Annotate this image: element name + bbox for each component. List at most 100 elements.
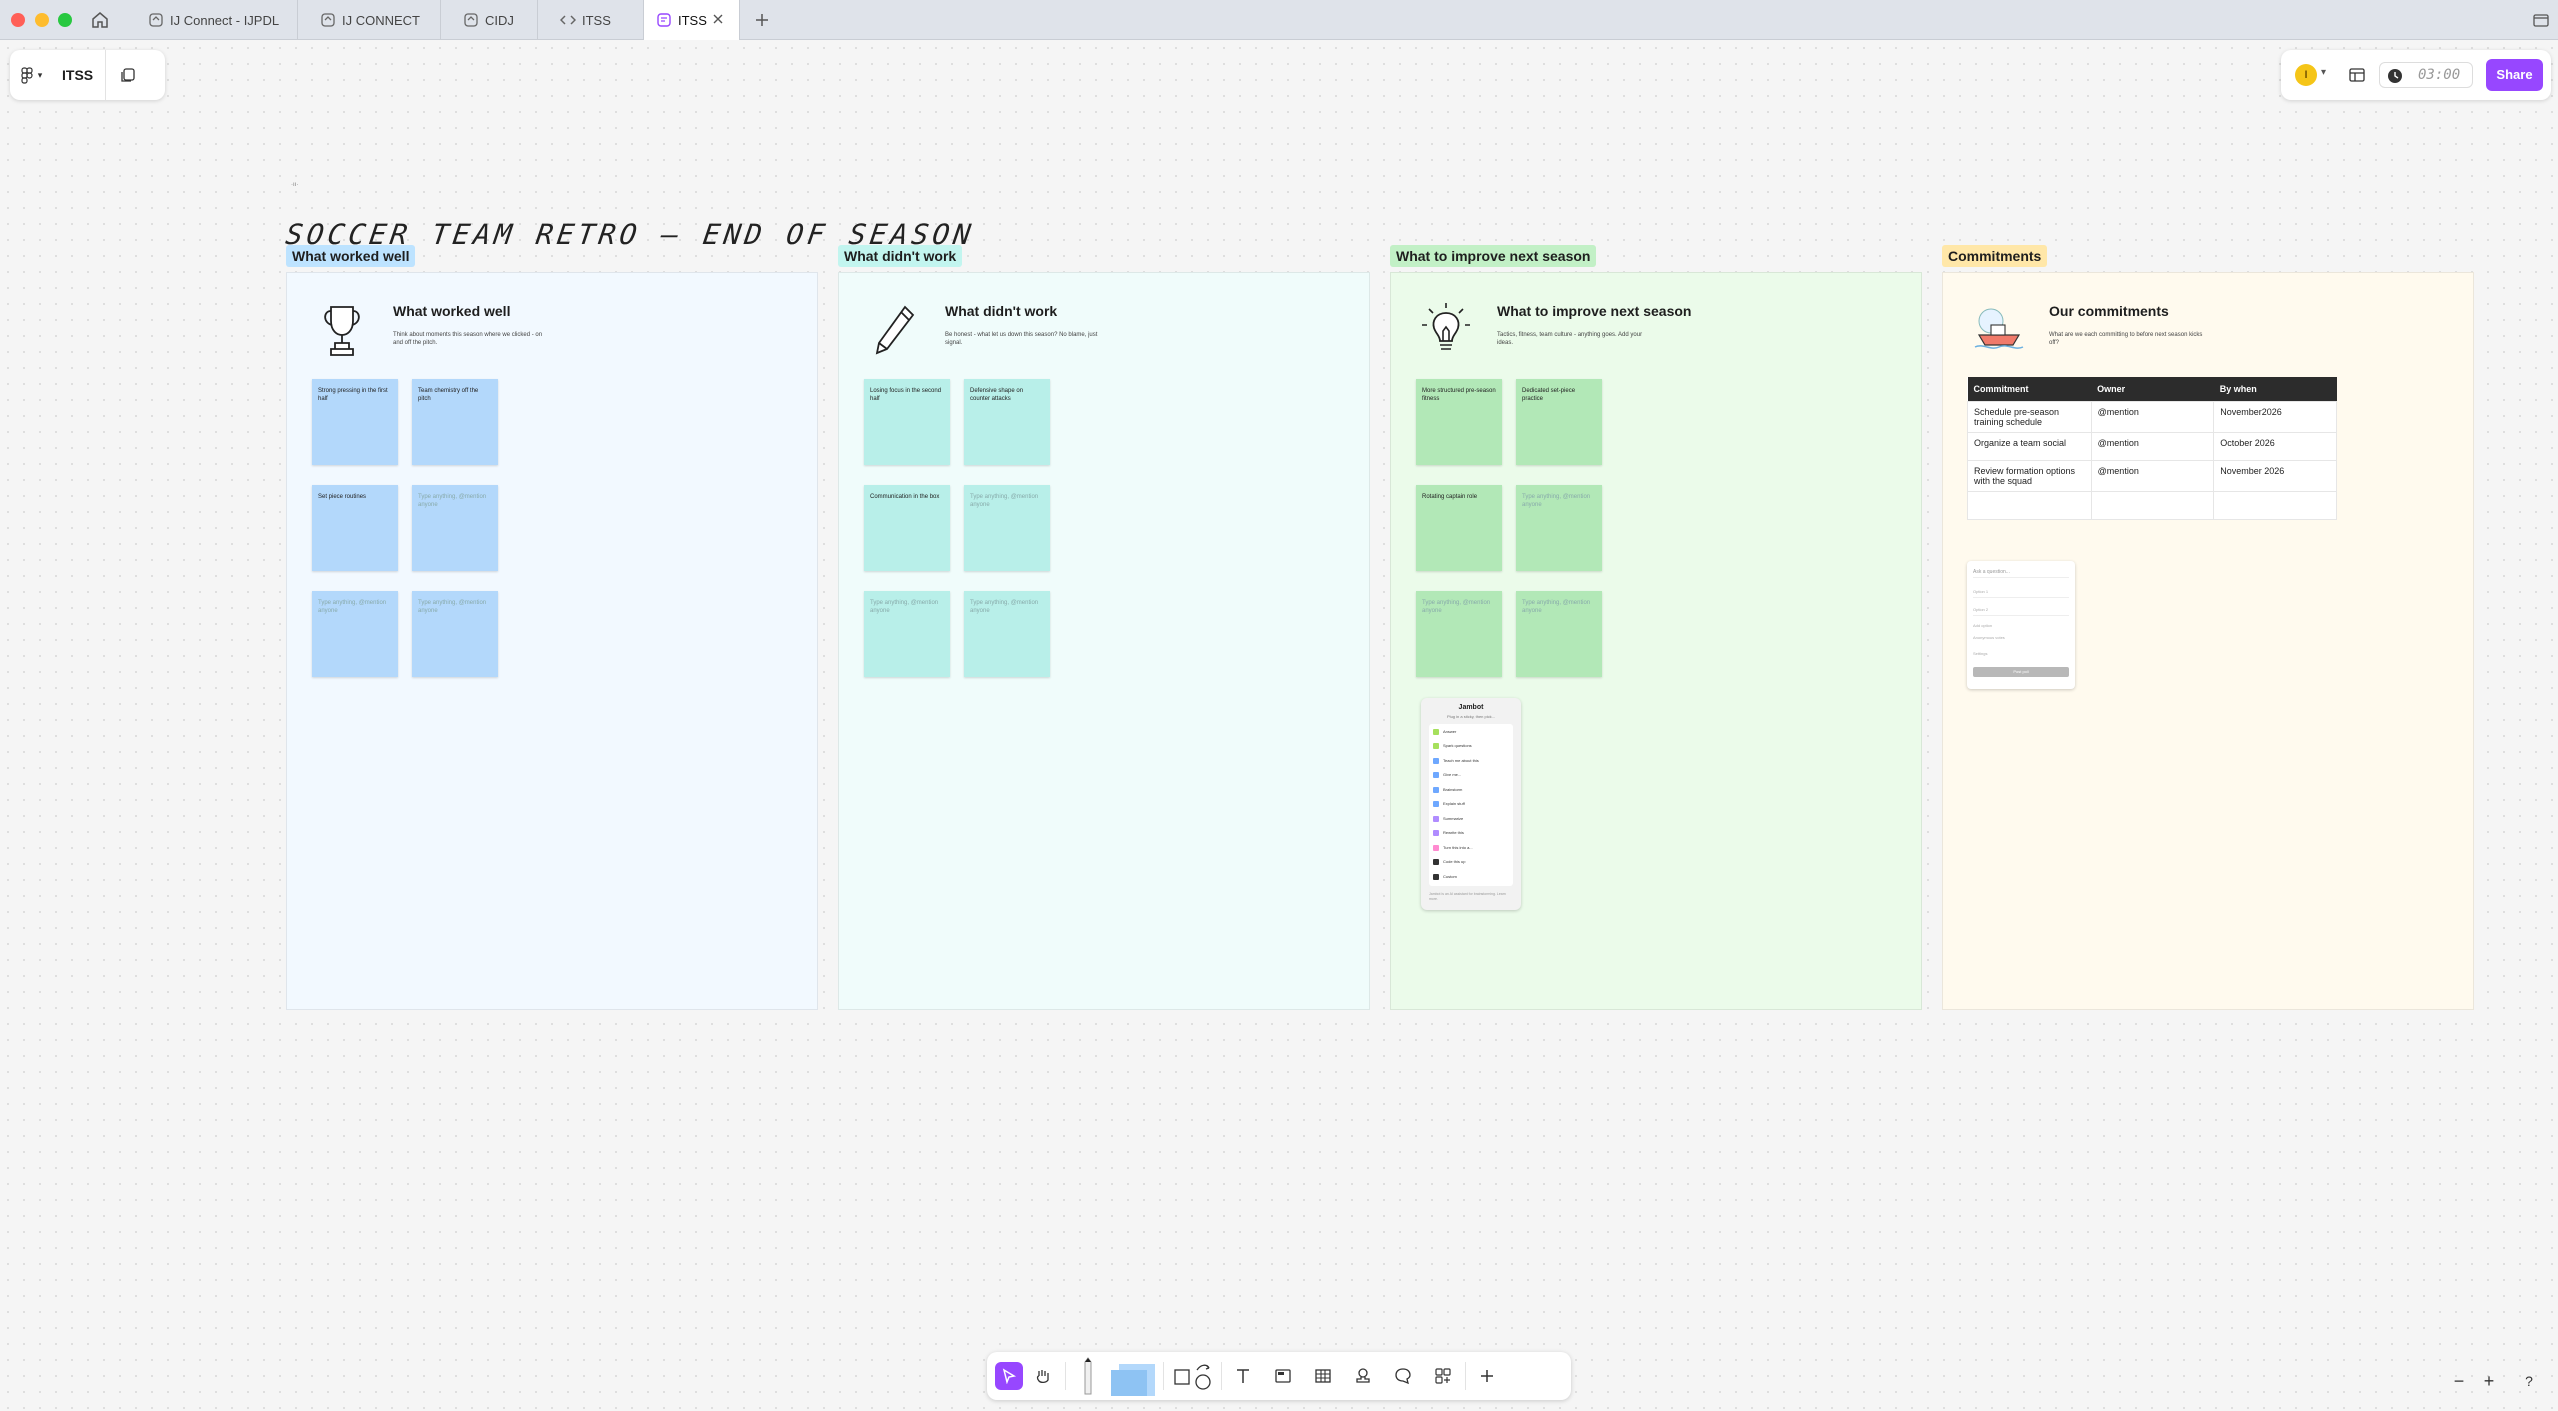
sticky-note[interactable]: More structured pre-season fitness <box>1416 379 1502 465</box>
table-cell[interactable] <box>1967 490 2092 520</box>
jambot-item[interactable]: Answer <box>1433 728 1456 738</box>
tab-cidj[interactable]: CIDJ <box>441 0 538 40</box>
minimize-window-button[interactable] <box>35 13 49 27</box>
sticky-note[interactable]: Dedicated set-piece practice <box>1516 379 1602 465</box>
jambot-item[interactable]: Teach me about this <box>1433 757 1479 767</box>
section-tool-button[interactable] <box>1269 1362 1297 1390</box>
sticky-note-empty[interactable]: Type anything, @mention anyone <box>964 485 1050 571</box>
close-window-button[interactable] <box>11 13 25 27</box>
add-button[interactable] <box>1473 1362 1501 1390</box>
hand-tool-button[interactable] <box>1029 1362 1057 1390</box>
comment-tool-button[interactable] <box>1389 1362 1417 1390</box>
table-cell[interactable]: Schedule pre-season training schedule <box>1967 400 2092 433</box>
marker-tool-button[interactable] <box>1073 1356 1103 1396</box>
layout-icon[interactable] <box>2347 65 2367 85</box>
section-didnt-work[interactable]: What didn't work Be honest - what let us… <box>838 272 1370 1010</box>
jambot-item[interactable]: Code this up <box>1433 858 1465 868</box>
sticky-note-empty[interactable]: Type anything, @mention anyone <box>412 485 498 571</box>
sticky-note[interactable]: Team chemistry off the pitch <box>412 379 498 465</box>
zoom-in-icon[interactable]: + <box>2478 1370 2500 1392</box>
share-button[interactable]: Share <box>2486 59 2543 91</box>
table-cell[interactable]: November2026 <box>2213 400 2337 433</box>
commitments-table[interactable]: Commitment Owner By when Schedule pre-se… <box>1967 377 2337 520</box>
sticky-tool-button[interactable] <box>1107 1356 1157 1396</box>
close-tab-icon[interactable] <box>711 12 725 26</box>
help-icon[interactable]: ? <box>2518 1370 2540 1392</box>
pages-button[interactable] <box>106 50 150 100</box>
table-cell[interactable]: @mention <box>2090 459 2215 492</box>
table-cell[interactable]: @mention <box>2090 400 2215 433</box>
poll-settings[interactable]: Settings <box>1973 651 1987 656</box>
section-label-worked-well[interactable]: What worked well <box>286 245 416 267</box>
home-icon[interactable] <box>90 10 110 30</box>
section-worked-well[interactable]: What worked well Think about moments thi… <box>286 272 818 1010</box>
jambot-item[interactable]: Rewrite this <box>1433 829 1464 839</box>
table-cell[interactable] <box>2090 490 2215 520</box>
divider <box>1973 615 2069 616</box>
sticky-note-empty[interactable]: Type anything, @mention anyone <box>412 591 498 677</box>
sticky-note-empty[interactable]: Type anything, @mention anyone <box>864 591 950 677</box>
tab-itss-active[interactable]: ITSS <box>644 0 740 40</box>
folder-icon[interactable] <box>2532 11 2550 29</box>
table-header-cell[interactable]: Owner <box>2091 377 2214 401</box>
anonymous-checkbox[interactable]: Anonymous votes <box>1973 635 2005 640</box>
sticky-note-empty[interactable]: Type anything, @mention anyone <box>964 591 1050 677</box>
timer-icon <box>2388 69 2402 83</box>
jambot-item[interactable]: Explain stuff <box>1433 800 1465 810</box>
sticky-note-empty[interactable]: Type anything, @mention anyone <box>312 591 398 677</box>
text-tool-button[interactable] <box>1229 1362 1257 1390</box>
section-description: Tactics, fitness, team culture - anythin… <box>1497 332 1643 346</box>
rewrite-icon <box>1433 829 1439 836</box>
user-avatar[interactable]: I <box>2295 64 2317 86</box>
add-option-button[interactable]: Add option <box>1973 623 1992 628</box>
table-header-cell[interactable]: Commitment <box>1967 377 2092 401</box>
chevron-down-icon[interactable]: ▾ <box>2321 67 2326 78</box>
table-cell[interactable]: November 2026 <box>2213 459 2337 492</box>
table-cell[interactable]: October 2026 <box>2213 431 2337 461</box>
sticky-note[interactable]: Losing focus in the second half <box>864 379 950 465</box>
move-tool-button[interactable] <box>995 1362 1023 1390</box>
sticky-note[interactable]: Rotating captain role <box>1416 485 1502 571</box>
zoom-out-icon[interactable]: − <box>2448 1370 2470 1392</box>
main-menu-button[interactable]: ▾ <box>10 50 50 100</box>
table-header-cell[interactable]: By when <box>2213 377 2337 401</box>
poll-widget[interactable]: Ask a question... Option 1 Option 2 Add … <box>1967 561 2075 689</box>
tab-itss-code[interactable]: ITSS <box>538 0 644 40</box>
table-cell[interactable] <box>2213 490 2337 520</box>
table-tool-button[interactable] <box>1309 1362 1337 1390</box>
poll-option[interactable]: Option 1 <box>1973 589 1988 594</box>
section-label-commitments[interactable]: Commitments <box>1942 245 2048 267</box>
new-tab-icon[interactable] <box>752 10 772 30</box>
poll-question[interactable]: Ask a question... <box>1973 569 2010 575</box>
jambot-item[interactable]: Brainstorm <box>1433 786 1462 796</box>
sticky-note-empty[interactable]: Type anything, @mention anyone <box>1416 591 1502 677</box>
sticky-note[interactable]: Strong pressing in the first half <box>312 379 398 465</box>
sticky-note[interactable]: Communication in the box <box>864 485 950 571</box>
jambot-widget[interactable]: Jambot Plug in a sticky, then pick... An… <box>1421 698 1521 910</box>
shape-tool-button[interactable] <box>1171 1362 1215 1390</box>
file-name[interactable]: ITSS <box>50 50 107 100</box>
table-cell[interactable]: Review formation options with the squad <box>1967 459 2092 492</box>
more-tools-button[interactable] <box>1429 1362 1457 1390</box>
sticky-note[interactable]: Set piece routines <box>312 485 398 571</box>
sticky-note-empty[interactable]: Type anything, @mention anyone <box>1516 485 1602 571</box>
section-label-didnt-work[interactable]: What didn't work <box>838 245 963 267</box>
jambot-item[interactable]: Turn this into a... <box>1433 844 1473 854</box>
jambot-item[interactable]: Give me... <box>1433 771 1461 781</box>
jambot-item[interactable]: Custom <box>1433 873 1457 883</box>
poll-option[interactable]: Option 2 <box>1973 607 1988 612</box>
sticky-note[interactable]: Defensive shape on counter attacks <box>964 379 1050 465</box>
stamp-tool-button[interactable] <box>1349 1362 1377 1390</box>
tab-ij-connect-ijpdl[interactable]: IJ Connect - IJPDL <box>126 0 298 40</box>
tab-ij-connect[interactable]: IJ CONNECT <box>298 0 441 40</box>
table-cell[interactable]: @mention <box>2090 431 2215 461</box>
post-poll-button[interactable]: Post poll <box>1973 667 2069 677</box>
table-cell[interactable]: Organize a team social <box>1967 431 2092 461</box>
timer-widget[interactable]: 03:00 <box>2379 62 2473 88</box>
section-label-improve[interactable]: What to improve next season <box>1390 245 1597 267</box>
jambot-item[interactable]: Summarize <box>1433 815 1463 825</box>
jambot-item[interactable]: Spark questions <box>1433 742 1472 752</box>
maximize-window-button[interactable] <box>58 13 72 27</box>
sticky-note-empty[interactable]: Type anything, @mention anyone <box>1516 591 1602 677</box>
jambot-subtitle: Plug in a sticky, then pick... <box>1447 714 1495 719</box>
